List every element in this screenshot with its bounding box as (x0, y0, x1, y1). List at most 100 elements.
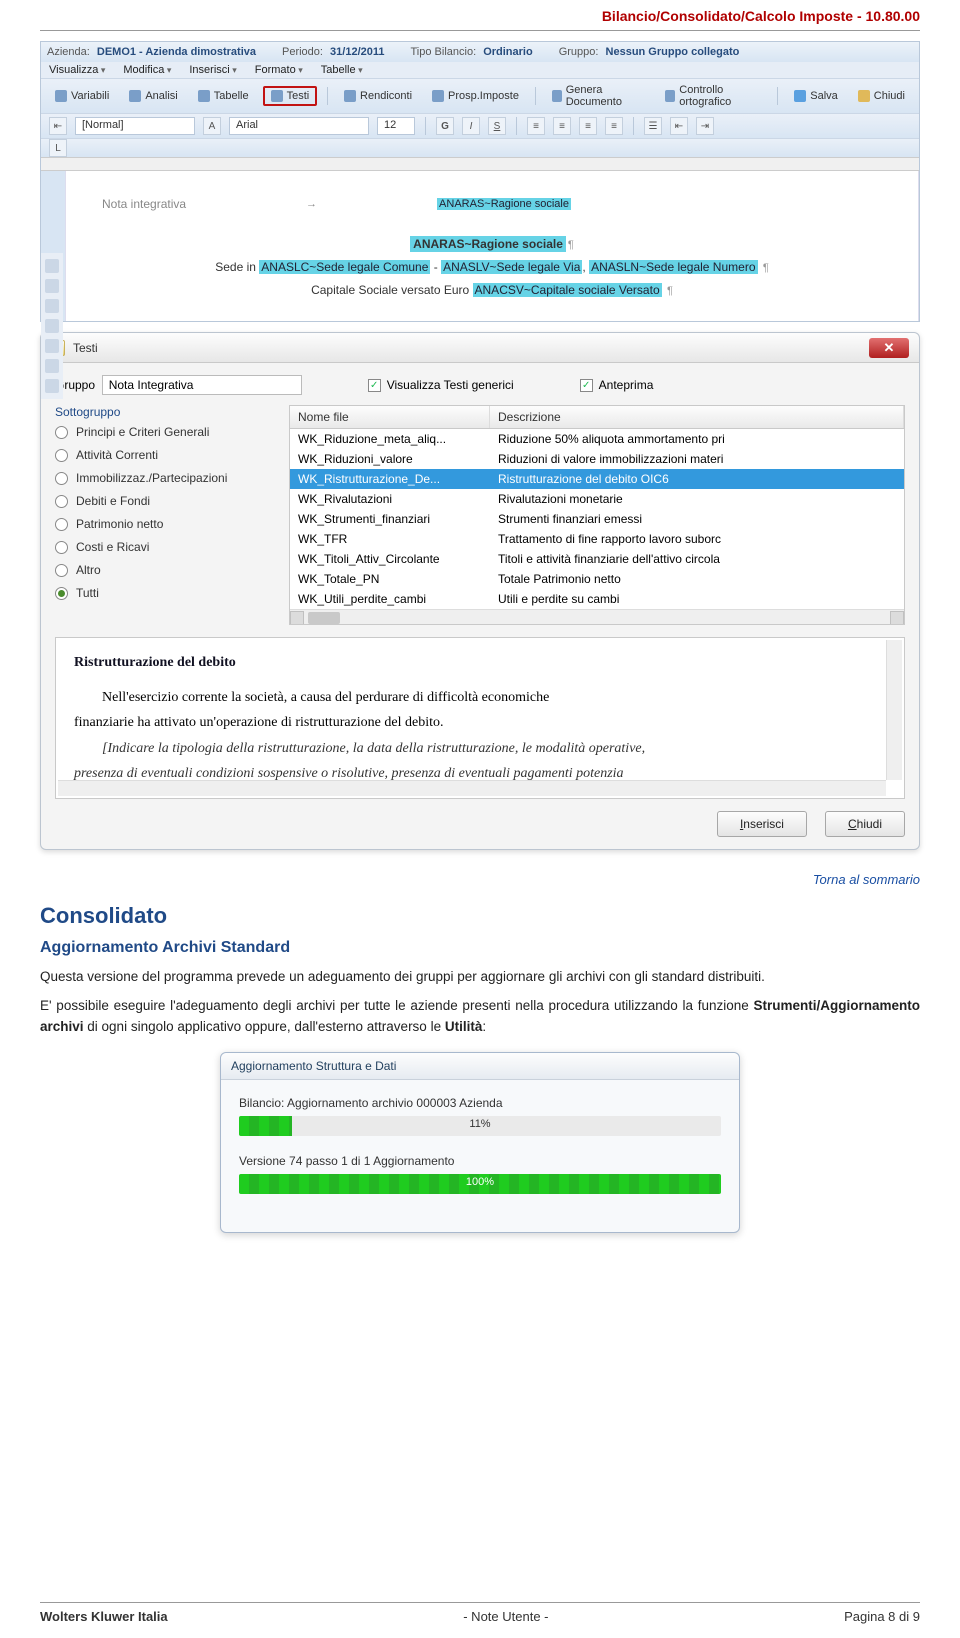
doc-field-num: ANASLN~Sede legale Numero (589, 260, 757, 274)
scroll-right-icon[interactable] (890, 611, 904, 625)
header-divider (40, 30, 920, 31)
table-row[interactable]: WK_Totale_PNTotale Patrimonio netto (290, 569, 904, 589)
toolbar-spell[interactable]: Controllo ortografico (659, 82, 767, 110)
size-select[interactable]: 12 (377, 117, 415, 135)
radio-icon (55, 587, 68, 600)
align-justify-button[interactable]: ≡ (605, 117, 623, 135)
doc-cap-pre: Capitale Sociale versato Euro (311, 283, 472, 297)
toolbar-testi[interactable]: Testi (263, 86, 318, 106)
label-gruppo: Gruppo: (559, 46, 599, 58)
radio-immobilizzaz-partecipazioni[interactable]: Immobilizzaz./Partecipazioni (55, 471, 275, 485)
doc-sede-pre: Sede in (215, 260, 259, 274)
radio-costi-e-ricavi[interactable]: Costi e Ricavi (55, 540, 275, 554)
side-tool-icon[interactable] (45, 359, 59, 373)
radio-patrimonio-netto[interactable]: Patrimonio netto (55, 517, 275, 531)
list-button[interactable]: ☰ (644, 117, 662, 135)
cell-descrizione: Strumenti finanziari emessi (490, 509, 904, 529)
outdent-icon[interactable]: ⇤ (49, 117, 67, 135)
progress-title: Aggiornamento Struttura e Dati (221, 1053, 739, 1080)
side-tool-icon[interactable] (45, 299, 59, 313)
paragraph-text: : (482, 1019, 486, 1034)
preview-hscroll[interactable] (58, 780, 886, 796)
main-toolbar: Variabili Analisi Tabelle Testi Rendicon… (41, 78, 919, 113)
side-tool-icon[interactable] (45, 259, 59, 273)
table-row[interactable]: WK_Riduzione_meta_aliq...Riduzione 50% a… (290, 429, 904, 449)
cell-nomefile: WK_Ristrutturazione_De... (290, 469, 490, 489)
radio-label: Immobilizzaz./Partecipazioni (76, 471, 227, 485)
font-select[interactable]: Arial (229, 117, 369, 135)
preview-italic: [Indicare la tipologia della ristruttura… (74, 736, 886, 761)
gruppo-select[interactable]: Nota Integrativa (102, 375, 302, 395)
footer-right: Pagina 8 di 9 (844, 1609, 920, 1624)
toolbar-prospimposte[interactable]: Prosp.Imposte (426, 88, 525, 104)
bold-button[interactable]: G (436, 117, 454, 135)
menu-tabelle[interactable]: Tabelle (321, 64, 363, 76)
toolbar-rendiconti-label: Rendiconti (360, 90, 412, 102)
preview-vscroll[interactable] (886, 640, 902, 780)
checkbox-visualizza[interactable]: ✓ Visualizza Testi generici (368, 378, 514, 392)
dialog-title: Testi (73, 341, 98, 355)
toolbar-variabili[interactable]: Variabili (49, 88, 115, 104)
chiudi-button[interactable]: Chiudi (825, 811, 905, 837)
back-to-summary-link[interactable]: Torna al sommario (40, 872, 920, 887)
dialog-close-button[interactable]: ✕ (869, 338, 909, 358)
menu-formato[interactable]: Formato (255, 64, 303, 76)
table-row[interactable]: WK_Riduzioni_valoreRiduzioni di valore i… (290, 449, 904, 469)
align-right-button[interactable]: ≡ (579, 117, 597, 135)
toolbar-genera-label: Genera Documento (566, 84, 646, 108)
font-icon[interactable]: A (203, 117, 221, 135)
align-center-button[interactable]: ≡ (553, 117, 571, 135)
text-icon (271, 90, 283, 102)
side-tool-icon[interactable] (45, 319, 59, 333)
save-icon (794, 90, 806, 102)
ruler-left-icon[interactable]: L (49, 139, 67, 157)
toolbar-chiudi[interactable]: Chiudi (852, 88, 911, 104)
close-icon (858, 90, 870, 102)
radio-attivit-correnti[interactable]: Attività Correnti (55, 448, 275, 462)
radio-debiti-e-fondi[interactable]: Debiti e Fondi (55, 494, 275, 508)
italic-button[interactable]: I (462, 117, 480, 135)
toolbar-tabelle[interactable]: Tabelle (192, 88, 255, 104)
inserisci-button[interactable]: Inserisci (717, 811, 807, 837)
doc-field-ragione: ANARAS~Ragione sociale (437, 198, 571, 210)
side-tool-icon[interactable] (45, 339, 59, 353)
toolbar-salva[interactable]: Salva (788, 88, 844, 104)
menu-visualizza[interactable]: Visualizza (49, 64, 105, 76)
column-nomefile[interactable]: Nome file (290, 406, 490, 428)
table-row[interactable]: WK_RivalutazioniRivalutazioni monetarie (290, 489, 904, 509)
table-row[interactable]: WK_Utili_perdite_cambiUtili e perdite su… (290, 589, 904, 609)
toolbar-genera[interactable]: Genera Documento (546, 82, 652, 110)
anteprima-label: Anteprima (599, 378, 654, 392)
radio-principi-e-criteri-generali[interactable]: Principi e Criteri Generali (55, 425, 275, 439)
menu-modifica[interactable]: Modifica (123, 64, 171, 76)
side-tool-icon[interactable] (45, 279, 59, 293)
cell-descrizione: Utili e perdite su cambi (490, 589, 904, 609)
checkbox-anteprima[interactable]: ✓ Anteprima (580, 378, 654, 392)
table-row[interactable]: WK_Titoli_Attiv_CircolanteTitoli e attiv… (290, 549, 904, 569)
radio-altro[interactable]: Altro (55, 563, 275, 577)
toolbar-testi-label: Testi (287, 90, 310, 102)
progress-label-2: Versione 74 passo 1 di 1 Aggiornamento (239, 1154, 721, 1168)
table-row[interactable]: WK_TFRTrattamento di fine rapporto lavor… (290, 529, 904, 549)
toolbar-analisi[interactable]: Analisi (123, 88, 183, 104)
style-select[interactable]: [Normal] (75, 117, 195, 135)
outdent-button[interactable]: ⇤ (670, 117, 688, 135)
progress-pct-2: 100% (239, 1176, 721, 1188)
table-row[interactable]: WK_Strumenti_finanziariStrumenti finanzi… (290, 509, 904, 529)
indent-button[interactable]: ⇥ (696, 117, 714, 135)
underline-button[interactable]: S (488, 117, 506, 135)
side-tool-icon[interactable] (45, 379, 59, 393)
scroll-thumb[interactable] (308, 612, 340, 624)
sottogruppo-label: Sottogruppo (55, 405, 275, 419)
toolbar-rendiconti[interactable]: Rendiconti (338, 88, 418, 104)
generate-icon (552, 90, 562, 102)
radio-tutti[interactable]: Tutti (55, 586, 275, 600)
table-row[interactable]: WK_Ristrutturazione_De...Ristrutturazion… (290, 469, 904, 489)
strong-text: Utilità (445, 1019, 483, 1034)
preview-paragraph: Nell'esercizio corrente la società, a ca… (74, 685, 886, 710)
menu-inserisci[interactable]: Inserisci (189, 64, 236, 76)
horizontal-scrollbar[interactable] (290, 609, 904, 625)
scroll-left-icon[interactable] (290, 611, 304, 625)
align-left-button[interactable]: ≡ (527, 117, 545, 135)
column-descrizione[interactable]: Descrizione (490, 406, 904, 428)
